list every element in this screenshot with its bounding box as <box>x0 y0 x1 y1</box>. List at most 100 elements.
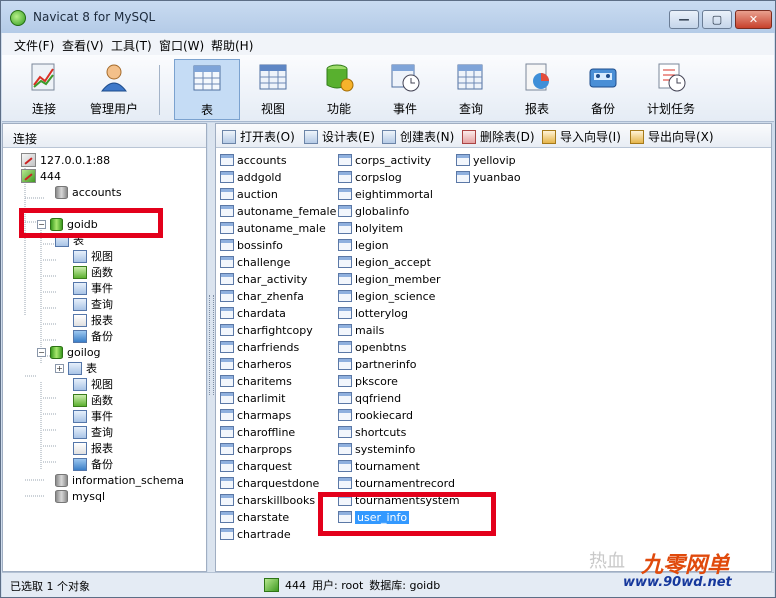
toolbar-event-button[interactable]: 事件 <box>374 59 436 120</box>
tree-node-backup[interactable]: 备份 <box>73 456 113 472</box>
table-item[interactable]: accounts <box>220 152 287 168</box>
table-item[interactable]: charstate <box>220 509 289 525</box>
table-item[interactable]: chartrade <box>220 526 291 542</box>
panel-splitter[interactable] <box>208 123 215 572</box>
tree-node-event[interactable]: 事件 <box>73 280 113 296</box>
table-icon <box>338 239 352 251</box>
table-name: charprops <box>237 442 292 456</box>
tree-node-table[interactable]: + 表 <box>55 360 97 376</box>
table-item[interactable]: yellovip <box>456 152 516 168</box>
table-item[interactable]: pkscore <box>338 373 398 389</box>
database-icon <box>55 489 68 503</box>
maximize-button[interactable]: ▢ <box>702 10 732 29</box>
table-item[interactable]: corps_activity <box>338 152 431 168</box>
table-item[interactable]: charskillbooks <box>220 492 315 508</box>
toolbar-connection-button[interactable]: 连接 <box>10 59 78 120</box>
tree-node-database[interactable]: accounts <box>55 184 122 200</box>
tree-node-backup[interactable]: 备份 <box>73 328 113 344</box>
import-wizard-button[interactable]: 导入向导(I) <box>542 128 621 145</box>
table-item[interactable]: globalinfo <box>338 203 409 219</box>
table-item[interactable]: systeminfo <box>338 441 415 457</box>
collapse-toggle[interactable]: − <box>37 347 46 357</box>
menu-view[interactable]: 查看(V) <box>62 37 104 54</box>
table-item[interactable]: charprops <box>220 441 292 457</box>
toolbar-function-button[interactable]: 功能 <box>308 59 370 120</box>
tree-node-view[interactable]: 视图 <box>73 248 113 264</box>
table-item[interactable]: chardata <box>220 305 286 321</box>
table-item[interactable]: yuanbao <box>456 169 521 185</box>
delete-table-button[interactable]: 删除表(D) <box>462 128 535 145</box>
table-item[interactable]: legion_accept <box>338 254 431 270</box>
tree-node-label: 444 <box>40 169 61 183</box>
table-item[interactable]: bossinfo <box>220 237 283 253</box>
close-button[interactable]: ✕ <box>735 10 772 29</box>
table-item[interactable]: partnerinfo <box>338 356 416 372</box>
table-item[interactable]: autoname_female <box>220 203 336 219</box>
toolbar-backup-button[interactable]: 备份 <box>572 59 634 120</box>
toolbar-table-button[interactable]: 表 <box>174 59 240 120</box>
table-item[interactable]: charheros <box>220 356 292 372</box>
table-item[interactable]: autoname_male <box>220 220 326 236</box>
tree-node-query[interactable]: 查询 <box>73 424 113 440</box>
table-item[interactable]: tournament <box>338 458 420 474</box>
table-item[interactable]: openbtns <box>338 339 406 355</box>
tree-node-host[interactable]: 127.0.0.1:88 <box>21 152 110 168</box>
tree-node-function[interactable]: 函数 <box>73 264 113 280</box>
table-item[interactable]: charmaps <box>220 407 291 423</box>
object-toolbar: 打开表(O) 设计表(E) 创建表(N) 删除表(D) 导入向导(I) 导出向导… <box>216 124 771 148</box>
table-item[interactable]: holyitem <box>338 220 403 236</box>
table-item[interactable]: challenge <box>220 254 290 270</box>
status-database: 数据库: goidb <box>369 579 441 592</box>
tree-node-database[interactable]: information_schema <box>55 472 184 488</box>
table-name: yuanbao <box>473 170 521 184</box>
table-item[interactable]: charitems <box>220 373 292 389</box>
table-item[interactable]: auction <box>220 186 278 202</box>
toolbar-manage-users-button[interactable]: 管理用户 <box>80 59 148 120</box>
expand-toggle[interactable]: + <box>55 363 64 373</box>
open-table-icon <box>222 129 236 144</box>
table-item[interactable]: addgold <box>220 169 281 185</box>
table-item[interactable]: legion_science <box>338 288 435 304</box>
tree-node-report[interactable]: 报表 <box>73 440 113 456</box>
menu-window[interactable]: 窗口(W) <box>159 37 204 54</box>
table-item[interactable]: charquestdone <box>220 475 319 491</box>
export-wizard-button[interactable]: 导出向导(X) <box>630 128 714 145</box>
create-table-button[interactable]: 创建表(N) <box>382 128 454 145</box>
design-table-button[interactable]: 设计表(E) <box>304 128 375 145</box>
toolbar-report-button[interactable]: 报表 <box>506 59 568 120</box>
table-item[interactable]: eightimmortal <box>338 186 433 202</box>
tree-node-database[interactable]: mysql <box>55 488 105 504</box>
toolbar-schedule-button[interactable]: 计划任务 <box>638 59 704 120</box>
table-item[interactable]: charfightcopy <box>220 322 313 338</box>
tree-node-function[interactable]: 函数 <box>73 392 113 408</box>
table-item[interactable]: charlimit <box>220 390 285 406</box>
tree-node-host[interactable]: 444 <box>21 168 61 184</box>
tree-node-view[interactable]: 视图 <box>73 376 113 392</box>
tree-node-report[interactable]: 报表 <box>73 312 113 328</box>
menu-help[interactable]: 帮助(H) <box>211 37 253 54</box>
table-item[interactable]: legion <box>338 237 389 253</box>
menu-file[interactable]: 文件(F) <box>14 37 54 54</box>
table-icon <box>456 171 470 183</box>
table-item[interactable]: charquest <box>220 458 292 474</box>
toolbar-view-button[interactable]: 视图 <box>242 59 304 120</box>
table-item[interactable]: charfriends <box>220 339 299 355</box>
table-item[interactable]: char_zhenfa <box>220 288 304 304</box>
minimize-button[interactable]: — <box>669 10 699 29</box>
table-item[interactable]: legion_member <box>338 271 441 287</box>
table-item[interactable]: tournamentrecord <box>338 475 455 491</box>
table-item[interactable]: charoffline <box>220 424 295 440</box>
menu-tools[interactable]: 工具(T) <box>111 37 152 54</box>
table-item[interactable]: shortcuts <box>338 424 406 440</box>
table-item[interactable]: rookiecard <box>338 407 413 423</box>
tree-node-database[interactable]: − goilog <box>37 344 101 360</box>
tree-node-event[interactable]: 事件 <box>73 408 113 424</box>
open-table-button[interactable]: 打开表(O) <box>222 128 295 145</box>
table-item[interactable]: lotterylog <box>338 305 408 321</box>
table-item[interactable]: mails <box>338 322 384 338</box>
table-item[interactable]: corpslog <box>338 169 402 185</box>
table-item[interactable]: char_activity <box>220 271 307 287</box>
table-item[interactable]: qqfriend <box>338 390 401 406</box>
toolbar-query-button[interactable]: 查询 <box>440 59 502 120</box>
tree-node-query[interactable]: 查询 <box>73 296 113 312</box>
